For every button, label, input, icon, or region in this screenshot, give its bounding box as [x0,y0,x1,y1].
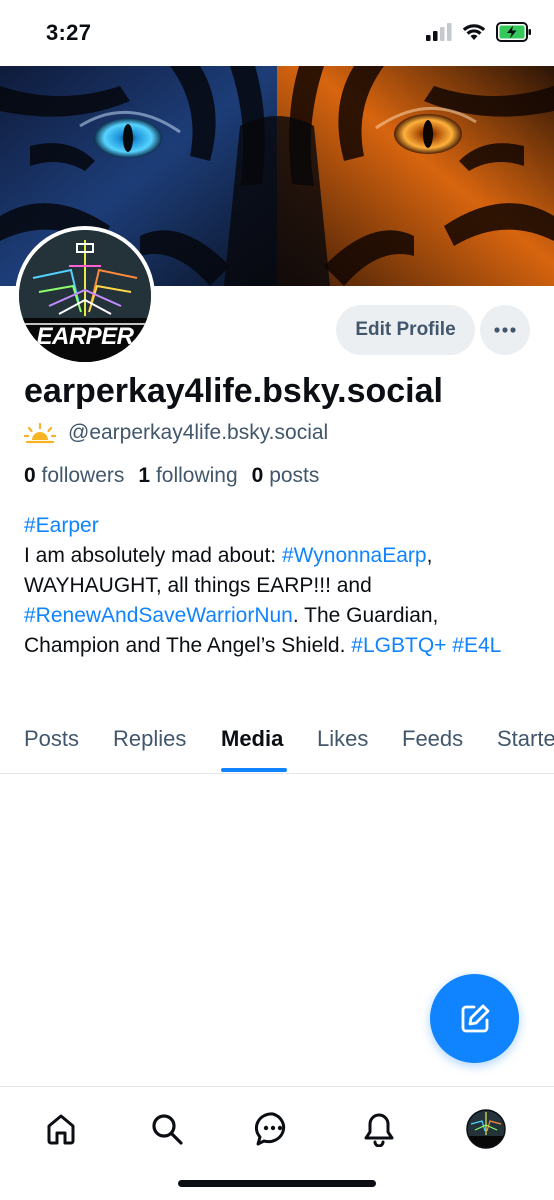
ellipsis-icon [494,327,516,333]
compose-button[interactable] [430,974,519,1063]
battery-charging-icon [496,22,531,42]
followers-label: followers [41,464,125,487]
home-icon [47,1114,75,1145]
posts-stat: 0 posts [252,464,320,488]
profile-avatar[interactable]: EARPER [15,226,155,366]
avatar-image: EARPER [19,230,151,362]
status-time: 3:27 [46,20,92,45]
followers-count: 0 [24,464,36,487]
active-tab-indicator [221,768,287,772]
home-indicator [178,1180,376,1187]
display-name: earperkay4life.bsky.social [24,372,443,410]
tab-posts[interactable]: Posts [24,726,79,752]
hashtag-renewandsavewarriornun[interactable]: #RenewAndSaveWarriorNun [24,604,293,627]
tab-likes[interactable]: Likes [317,726,368,752]
hashtag-lgbtq[interactable]: #LGBTQ+ [351,634,446,657]
following-count: 1 [138,464,151,487]
posts-count: 0 [251,464,264,487]
tab-feeds[interactable]: Feeds [402,726,463,752]
nav-search[interactable] [145,1107,189,1151]
status-icons [426,22,532,42]
followers-stat[interactable]: 0 followers [24,464,124,488]
status-bar: 3:27 [0,0,554,66]
bio-intro: I am absolutely mad about: [24,544,282,567]
following-stat[interactable]: 1 following [138,464,237,488]
more-options-button[interactable] [480,305,530,355]
edit-profile-button[interactable]: Edit Profile [336,305,475,355]
search-icon [152,1114,183,1145]
profile-bio: #Earper I am absolutely mad about: #Wyno… [24,511,534,661]
handle[interactable]: @earperkay4life.bsky.social [68,421,328,445]
compose-icon [461,1004,489,1032]
following-label: following [155,464,238,487]
chat-icon [254,1112,286,1146]
hashtag-e4l[interactable]: #E4L [452,634,501,657]
nav-home[interactable] [39,1107,83,1151]
signal-icon [426,23,452,41]
nav-notifications[interactable] [357,1107,401,1151]
tab-media[interactable]: Media [221,726,283,752]
profile-screen: 3:27 EARPER Edit Profile earperkay4life.… [0,0,554,1200]
profile-stats: 0 followers 1 following 0 posts [24,464,319,488]
tab-replies[interactable]: Replies [113,726,186,752]
profile-tabs: Posts Replies Media Likes Feeds Starte [0,714,554,774]
tab-starter-packs[interactable]: Starte [497,726,554,752]
nav-chat[interactable] [251,1107,295,1151]
sun-icon [24,422,56,444]
bell-icon [364,1113,394,1147]
handle-row: @earperkay4life.bsky.social [24,421,328,445]
nav-profile[interactable] [464,1107,508,1151]
avatar-text: EARPER [36,323,134,350]
posts-label: posts [269,464,320,487]
bio-text: I am absolutely mad about: #WynonnaEarp,… [24,541,534,661]
hashtag-wynonnaearp[interactable]: #WynonnaEarp [282,544,427,567]
hashtag-earper[interactable]: #Earper [24,514,99,537]
wifi-icon [462,24,486,40]
avatar [466,1109,506,1149]
